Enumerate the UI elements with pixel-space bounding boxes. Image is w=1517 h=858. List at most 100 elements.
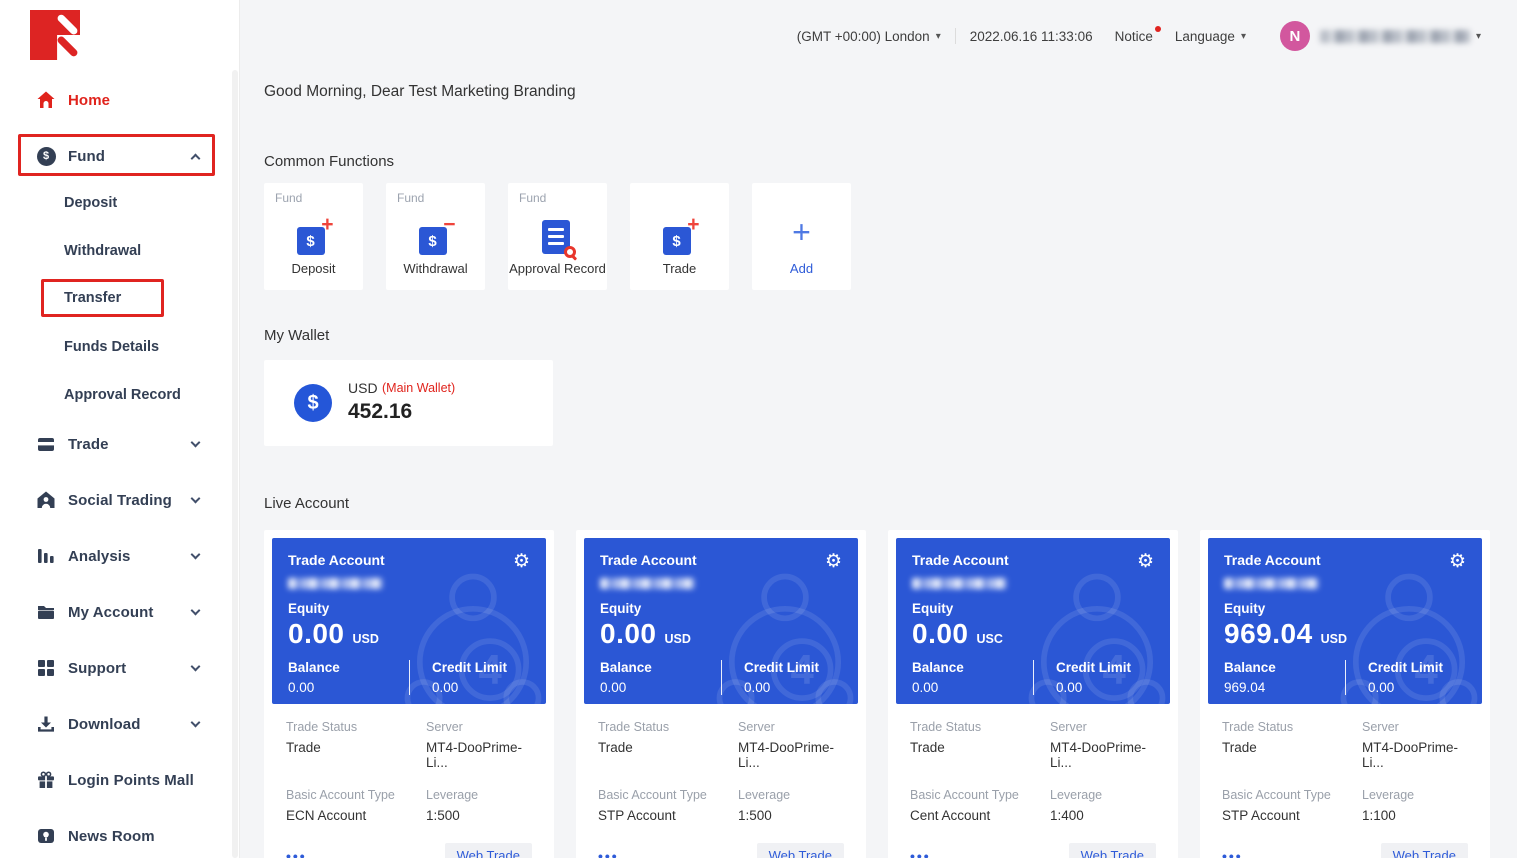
- trade-account-card: 4 Trade Account ⚙ Equity 0.00 USD Balanc…: [264, 530, 554, 858]
- chevron-down-icon: [191, 606, 201, 616]
- server-value: MT4-DooPrime-Li...: [1362, 740, 1468, 770]
- common-functions-title: Common Functions: [264, 153, 394, 170]
- web-trade-button[interactable]: Web Trade: [1069, 843, 1156, 858]
- grid-icon: [36, 658, 56, 678]
- credit-value: 0.00: [1368, 680, 1466, 695]
- wallet-tag: (Main Wallet): [382, 381, 455, 395]
- sidebar-item-label: Home: [68, 92, 110, 109]
- sidebar-item-deposit[interactable]: Deposit: [64, 190, 117, 216]
- account-summary: 4 Trade Account ⚙ Equity 0.00 USD Balanc…: [584, 538, 858, 704]
- equity-value: 0.00: [288, 618, 345, 650]
- social-trading-icon: [36, 490, 56, 510]
- add-function-card[interactable]: + Add: [752, 183, 851, 290]
- more-icon[interactable]: •••: [598, 848, 619, 858]
- news-room-icon: [36, 826, 56, 846]
- sidebar-item-login-points-mall[interactable]: Login Points Mall: [36, 766, 199, 794]
- sidebar-item-social-trading[interactable]: Social Trading: [36, 486, 199, 514]
- gear-icon[interactable]: ⚙: [825, 552, 842, 571]
- account-type-value: STP Account: [598, 808, 738, 823]
- sidebar-scrollbar[interactable]: [232, 70, 238, 858]
- sidebar-item-my-account[interactable]: My Account: [36, 598, 199, 626]
- more-icon[interactable]: •••: [910, 848, 931, 858]
- more-icon[interactable]: •••: [286, 848, 307, 858]
- common-function-deposit[interactable]: Fund $+ Deposit: [264, 183, 363, 290]
- chevron-down-icon: [191, 438, 201, 448]
- deposit-icon: $+: [296, 219, 332, 257]
- account-summary: 4 Trade Account ⚙ Equity 969.04 USD Bala…: [1208, 538, 1482, 704]
- trade-status-value: Trade: [286, 740, 426, 755]
- common-function-trade[interactable]: $+ Trade: [630, 183, 729, 290]
- common-function-withdrawal[interactable]: Fund $− Withdrawal: [386, 183, 485, 290]
- chevron-down-icon: ▾: [1241, 31, 1246, 42]
- sidebar-item-funds-details[interactable]: Funds Details: [64, 334, 159, 360]
- home-icon: [36, 90, 56, 110]
- username-redacted: [1320, 30, 1470, 43]
- trade-status-value: Trade: [910, 740, 1050, 755]
- wallet-card[interactable]: $ USD (Main Wallet) 452.16: [264, 360, 553, 446]
- gear-icon[interactable]: ⚙: [1449, 552, 1466, 571]
- wallet-balance: 452.16: [348, 400, 412, 424]
- live-account-cards: 4 Trade Account ⚙ Equity 0.00 USD Balanc…: [264, 530, 1490, 858]
- account-type-value: STP Account: [1222, 808, 1362, 823]
- chevron-down-icon: [191, 662, 201, 672]
- account-number-redacted: [288, 578, 383, 589]
- sidebar: Home $ Fund Deposit Withdrawal Transfer …: [0, 0, 240, 858]
- account-type-value: Cent Account: [910, 808, 1050, 823]
- trade-account-card: 4 Trade Account ⚙ Equity 0.00 USD Balanc…: [576, 530, 866, 858]
- datetime: 2022.06.16 11:33:06: [970, 29, 1093, 44]
- chevron-up-icon: [191, 153, 201, 163]
- sidebar-item-approval-record[interactable]: Approval Record: [64, 382, 181, 408]
- common-function-approval-record[interactable]: Fund Approval Record: [508, 183, 607, 290]
- credit-value: 0.00: [1056, 680, 1154, 695]
- sidebar-item-trade[interactable]: Trade: [36, 430, 199, 458]
- my-wallet-title: My Wallet: [264, 327, 329, 344]
- account-summary: 4 Trade Account ⚙ Equity 0.00 USC Balanc…: [896, 538, 1170, 704]
- greeting-text: Good Morning, Dear Test Marketing Brandi…: [264, 83, 576, 101]
- sidebar-item-withdrawal[interactable]: Withdrawal: [64, 238, 141, 264]
- fund-icon: $: [36, 146, 56, 166]
- avatar[interactable]: N: [1280, 21, 1310, 51]
- account-number-redacted: [600, 578, 695, 589]
- leverage-value: 1:500: [426, 808, 532, 823]
- chevron-down-icon[interactable]: ▾: [1476, 31, 1481, 42]
- balance-value: 0.00: [912, 680, 1033, 695]
- server-value: MT4-DooPrime-Li...: [1050, 740, 1156, 770]
- equity-currency: USD: [665, 632, 691, 646]
- balance-value: 0.00: [600, 680, 721, 695]
- wallet-currency: USD: [348, 380, 378, 396]
- trade-status-value: Trade: [1222, 740, 1362, 755]
- sidebar-item-analysis[interactable]: Analysis: [36, 542, 199, 570]
- account-type-value: ECN Account: [286, 808, 426, 823]
- trade-account-card: 4 Trade Account ⚙ Equity 969.04 USD Bala…: [1200, 530, 1490, 858]
- divider: [955, 28, 956, 44]
- gift-icon: [36, 770, 56, 790]
- web-trade-button[interactable]: Web Trade: [757, 843, 844, 858]
- equity-value: 969.04: [1224, 618, 1313, 650]
- sidebar-item-download[interactable]: Download: [36, 710, 199, 738]
- credit-value: 0.00: [744, 680, 842, 695]
- live-account-title: Live Account: [264, 495, 349, 512]
- web-trade-button[interactable]: Web Trade: [1381, 843, 1468, 858]
- sidebar-item-home[interactable]: Home: [36, 86, 199, 114]
- timezone-selector[interactable]: (GMT +00:00) London ▾: [797, 29, 941, 44]
- language-selector[interactable]: Language ▾: [1175, 29, 1246, 44]
- credit-value: 0.00: [432, 680, 530, 695]
- web-trade-button[interactable]: Web Trade: [445, 843, 532, 858]
- equity-value: 0.00: [600, 618, 657, 650]
- sidebar-item-transfer[interactable]: Transfer: [64, 285, 121, 311]
- wallet-dollar-icon: $: [294, 384, 332, 422]
- chevron-down-icon: [191, 494, 201, 504]
- doo-prime-logo-icon[interactable]: [30, 10, 80, 60]
- sidebar-item-news-room[interactable]: News Room: [36, 822, 199, 850]
- gear-icon[interactable]: ⚙: [513, 552, 530, 571]
- sidebar-item-fund[interactable]: $ Fund: [36, 142, 199, 170]
- download-icon: [36, 714, 56, 734]
- gear-icon[interactable]: ⚙: [1137, 552, 1154, 571]
- sidebar-item-support[interactable]: Support: [36, 654, 199, 682]
- equity-currency: USC: [977, 632, 1003, 646]
- notice-link[interactable]: Notice: [1115, 29, 1153, 44]
- more-icon[interactable]: •••: [1222, 848, 1243, 858]
- chevron-down-icon: [191, 550, 201, 560]
- wallet-icon: [36, 434, 56, 454]
- approval-record-icon: [542, 219, 574, 257]
